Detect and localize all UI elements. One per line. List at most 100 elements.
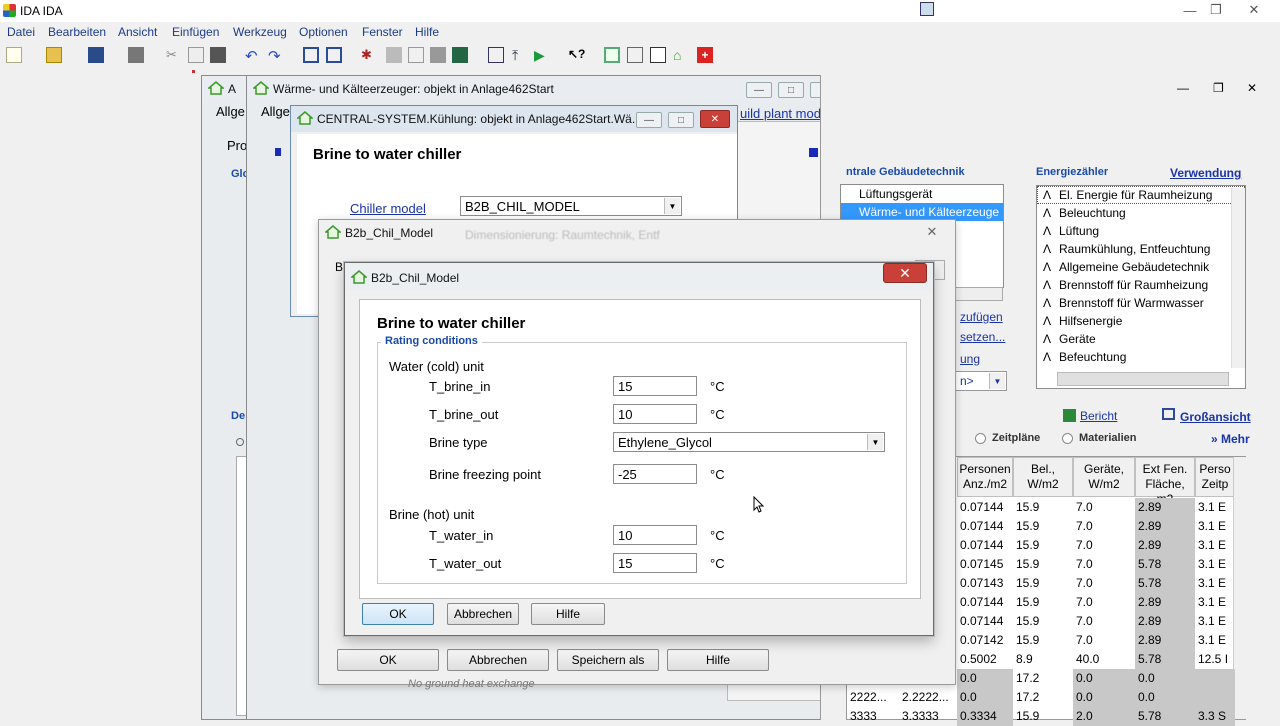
- new-icon[interactable]: [6, 47, 22, 63]
- menu-datei[interactable]: Datei: [7, 25, 35, 39]
- table-cell[interactable]: 15.9: [1013, 631, 1073, 650]
- table-cell[interactable]: 7.0: [1073, 593, 1135, 612]
- waerme-maximize-button[interactable]: □: [778, 82, 804, 98]
- table-cell[interactable]: 3.1 E: [1195, 555, 1235, 574]
- table-cell[interactable]: 0.5002: [957, 650, 1013, 669]
- table-cell[interactable]: 3.1 E: [1195, 536, 1235, 555]
- b2b-hilfe-button[interactable]: Hilfe: [667, 649, 769, 671]
- dialog-ok-button[interactable]: OK: [362, 603, 434, 625]
- table-cell[interactable]: 2.89: [1135, 498, 1195, 517]
- table-cell[interactable]: 7.0: [1073, 498, 1135, 517]
- menu-ansicht[interactable]: Ansicht: [118, 25, 157, 39]
- table-cell[interactable]: 2.89: [1135, 631, 1195, 650]
- menu-werkzeug[interactable]: Werkzeug: [233, 25, 287, 39]
- central-close-button[interactable]: ✕: [700, 110, 730, 128]
- th-geraete[interactable]: Geräte, W/m2: [1073, 457, 1135, 497]
- list-item[interactable]: Λ Hilfsenergie: [1037, 312, 1245, 330]
- table-cell[interactable]: 3.1 E: [1195, 574, 1235, 593]
- list-item[interactable]: Lüftungsgerät: [841, 185, 1003, 203]
- table-cell[interactable]: 0.07144: [957, 498, 1013, 517]
- th-extfen[interactable]: Ext Fen. Fläche, m2: [1135, 457, 1195, 506]
- paste-icon[interactable]: [210, 47, 226, 63]
- table-cell[interactable]: 0.0: [1135, 669, 1195, 688]
- table-cell[interactable]: [1195, 669, 1235, 688]
- table-cell[interactable]: 2222...: [847, 688, 899, 707]
- table-cell[interactable]: 7.0: [1073, 555, 1135, 574]
- table-cell[interactable]: 5.78: [1135, 555, 1195, 574]
- dialog-close-button[interactable]: ✕: [883, 263, 927, 283]
- central-maximize-button[interactable]: □: [668, 112, 694, 128]
- table-cell[interactable]: 2.0: [1073, 707, 1135, 726]
- table-cell[interactable]: 17.2: [1013, 669, 1073, 688]
- table-cell[interactable]: 5.78: [1135, 650, 1195, 669]
- table-cell[interactable]: 3.3333: [899, 707, 951, 726]
- b2b-ok-button[interactable]: OK: [337, 649, 439, 671]
- table-cell[interactable]: 0.07143: [957, 574, 1013, 593]
- t-brine-out-field[interactable]: 10: [613, 404, 697, 424]
- table-cell[interactable]: 3.3 S: [1195, 707, 1235, 726]
- building-icon[interactable]: [650, 47, 666, 63]
- table-cell[interactable]: 0.07144: [957, 593, 1013, 612]
- chiller-model-link[interactable]: Chiller model: [350, 201, 426, 216]
- list-item[interactable]: Λ Allgemeine Gebäudetechnik: [1037, 258, 1245, 276]
- table-cell[interactable]: 0.0: [957, 669, 1013, 688]
- table-cell[interactable]: 0.07142: [957, 631, 1013, 650]
- table-cell[interactable]: 15.9: [1013, 536, 1073, 555]
- undo-icon[interactable]: ↶: [245, 47, 261, 65]
- panel-minimize[interactable]: —: [1177, 81, 1189, 95]
- th-personen[interactable]: Personen Anz./m2: [957, 457, 1013, 497]
- table-cell[interactable]: 0.0: [1135, 688, 1195, 707]
- table-cell[interactable]: 12.5 I: [1195, 650, 1235, 669]
- table-cell[interactable]: 7.0: [1073, 612, 1135, 631]
- list-item[interactable]: Λ Lüftung: [1037, 222, 1245, 240]
- table-cell[interactable]: 0.07144: [957, 536, 1013, 555]
- table-cell[interactable]: 2.89: [1135, 517, 1195, 536]
- radio[interactable]: [236, 438, 244, 446]
- layout-rows-icon[interactable]: [326, 47, 342, 63]
- house-icon[interactable]: ⌂: [673, 47, 689, 63]
- horizontal-scrollbar[interactable]: [1057, 372, 1229, 386]
- menu-einfuegen[interactable]: Einfügen: [172, 25, 219, 39]
- table-cell[interactable]: 0.3334: [957, 707, 1013, 726]
- t-water-out-field[interactable]: 15: [613, 553, 697, 573]
- dialog-hilfe-button[interactable]: Hilfe: [531, 603, 605, 625]
- menu-bearbeiten[interactable]: Bearbeiten: [48, 25, 106, 39]
- run-icon[interactable]: ▶: [534, 47, 550, 63]
- box-icon[interactable]: [627, 47, 643, 63]
- b2b-abbrechen-button[interactable]: Abbrechen: [447, 649, 549, 671]
- brine-freezing-field[interactable]: -25: [613, 464, 697, 484]
- table-cell[interactable]: 2.2222...: [899, 688, 951, 707]
- list-item[interactable]: Λ Raumkühlung, Entfeuchtung: [1037, 240, 1245, 258]
- menu-optionen[interactable]: Optionen: [299, 25, 348, 39]
- table-cell[interactable]: 17.2: [1013, 688, 1073, 707]
- delete-icon[interactable]: [386, 47, 402, 63]
- table-cell[interactable]: 0.0: [957, 688, 1013, 707]
- list-item[interactable]: Λ Befeuchtung: [1037, 348, 1245, 366]
- mehr-link[interactable]: » Mehr: [1211, 432, 1250, 446]
- layout-columns-icon[interactable]: [303, 47, 319, 63]
- t-water-in-field[interactable]: 10: [613, 525, 697, 545]
- b2b-speichern-button[interactable]: Speichern als: [557, 649, 659, 671]
- table-cell[interactable]: 15.9: [1013, 574, 1073, 593]
- list-item[interactable]: Λ El. Energie für Raumheizung: [1037, 186, 1245, 204]
- window-icon[interactable]: [604, 47, 620, 63]
- build-plant-model-link[interactable]: uild plant model: [740, 106, 831, 121]
- table-cell[interactable]: 7.0: [1073, 631, 1135, 650]
- save-icon[interactable]: [88, 47, 104, 63]
- close-button[interactable]: ✕: [1240, 0, 1268, 20]
- table-cell[interactable]: 3.1 E: [1195, 593, 1235, 612]
- table-cell[interactable]: 15.9: [1013, 498, 1073, 517]
- verwendung-link[interactable]: Verwendung: [1170, 166, 1241, 180]
- table-cell[interactable]: 0.07145: [957, 555, 1013, 574]
- table-cell[interactable]: 15.9: [1013, 517, 1073, 536]
- table-cell[interactable]: 5.78: [1135, 707, 1195, 726]
- edit-icon[interactable]: [408, 47, 424, 63]
- table-cell[interactable]: 2.89: [1135, 612, 1195, 631]
- model-icon[interactable]: ✱: [361, 47, 377, 63]
- table-cell[interactable]: 7.0: [1073, 517, 1135, 536]
- component-icon[interactable]: [452, 47, 468, 63]
- bericht-link[interactable]: Bericht: [1080, 409, 1117, 423]
- folder-icon[interactable]: [430, 47, 446, 63]
- tab-allgemein[interactable]: Allge: [216, 104, 245, 119]
- restore-button[interactable]: ❐: [1202, 0, 1230, 20]
